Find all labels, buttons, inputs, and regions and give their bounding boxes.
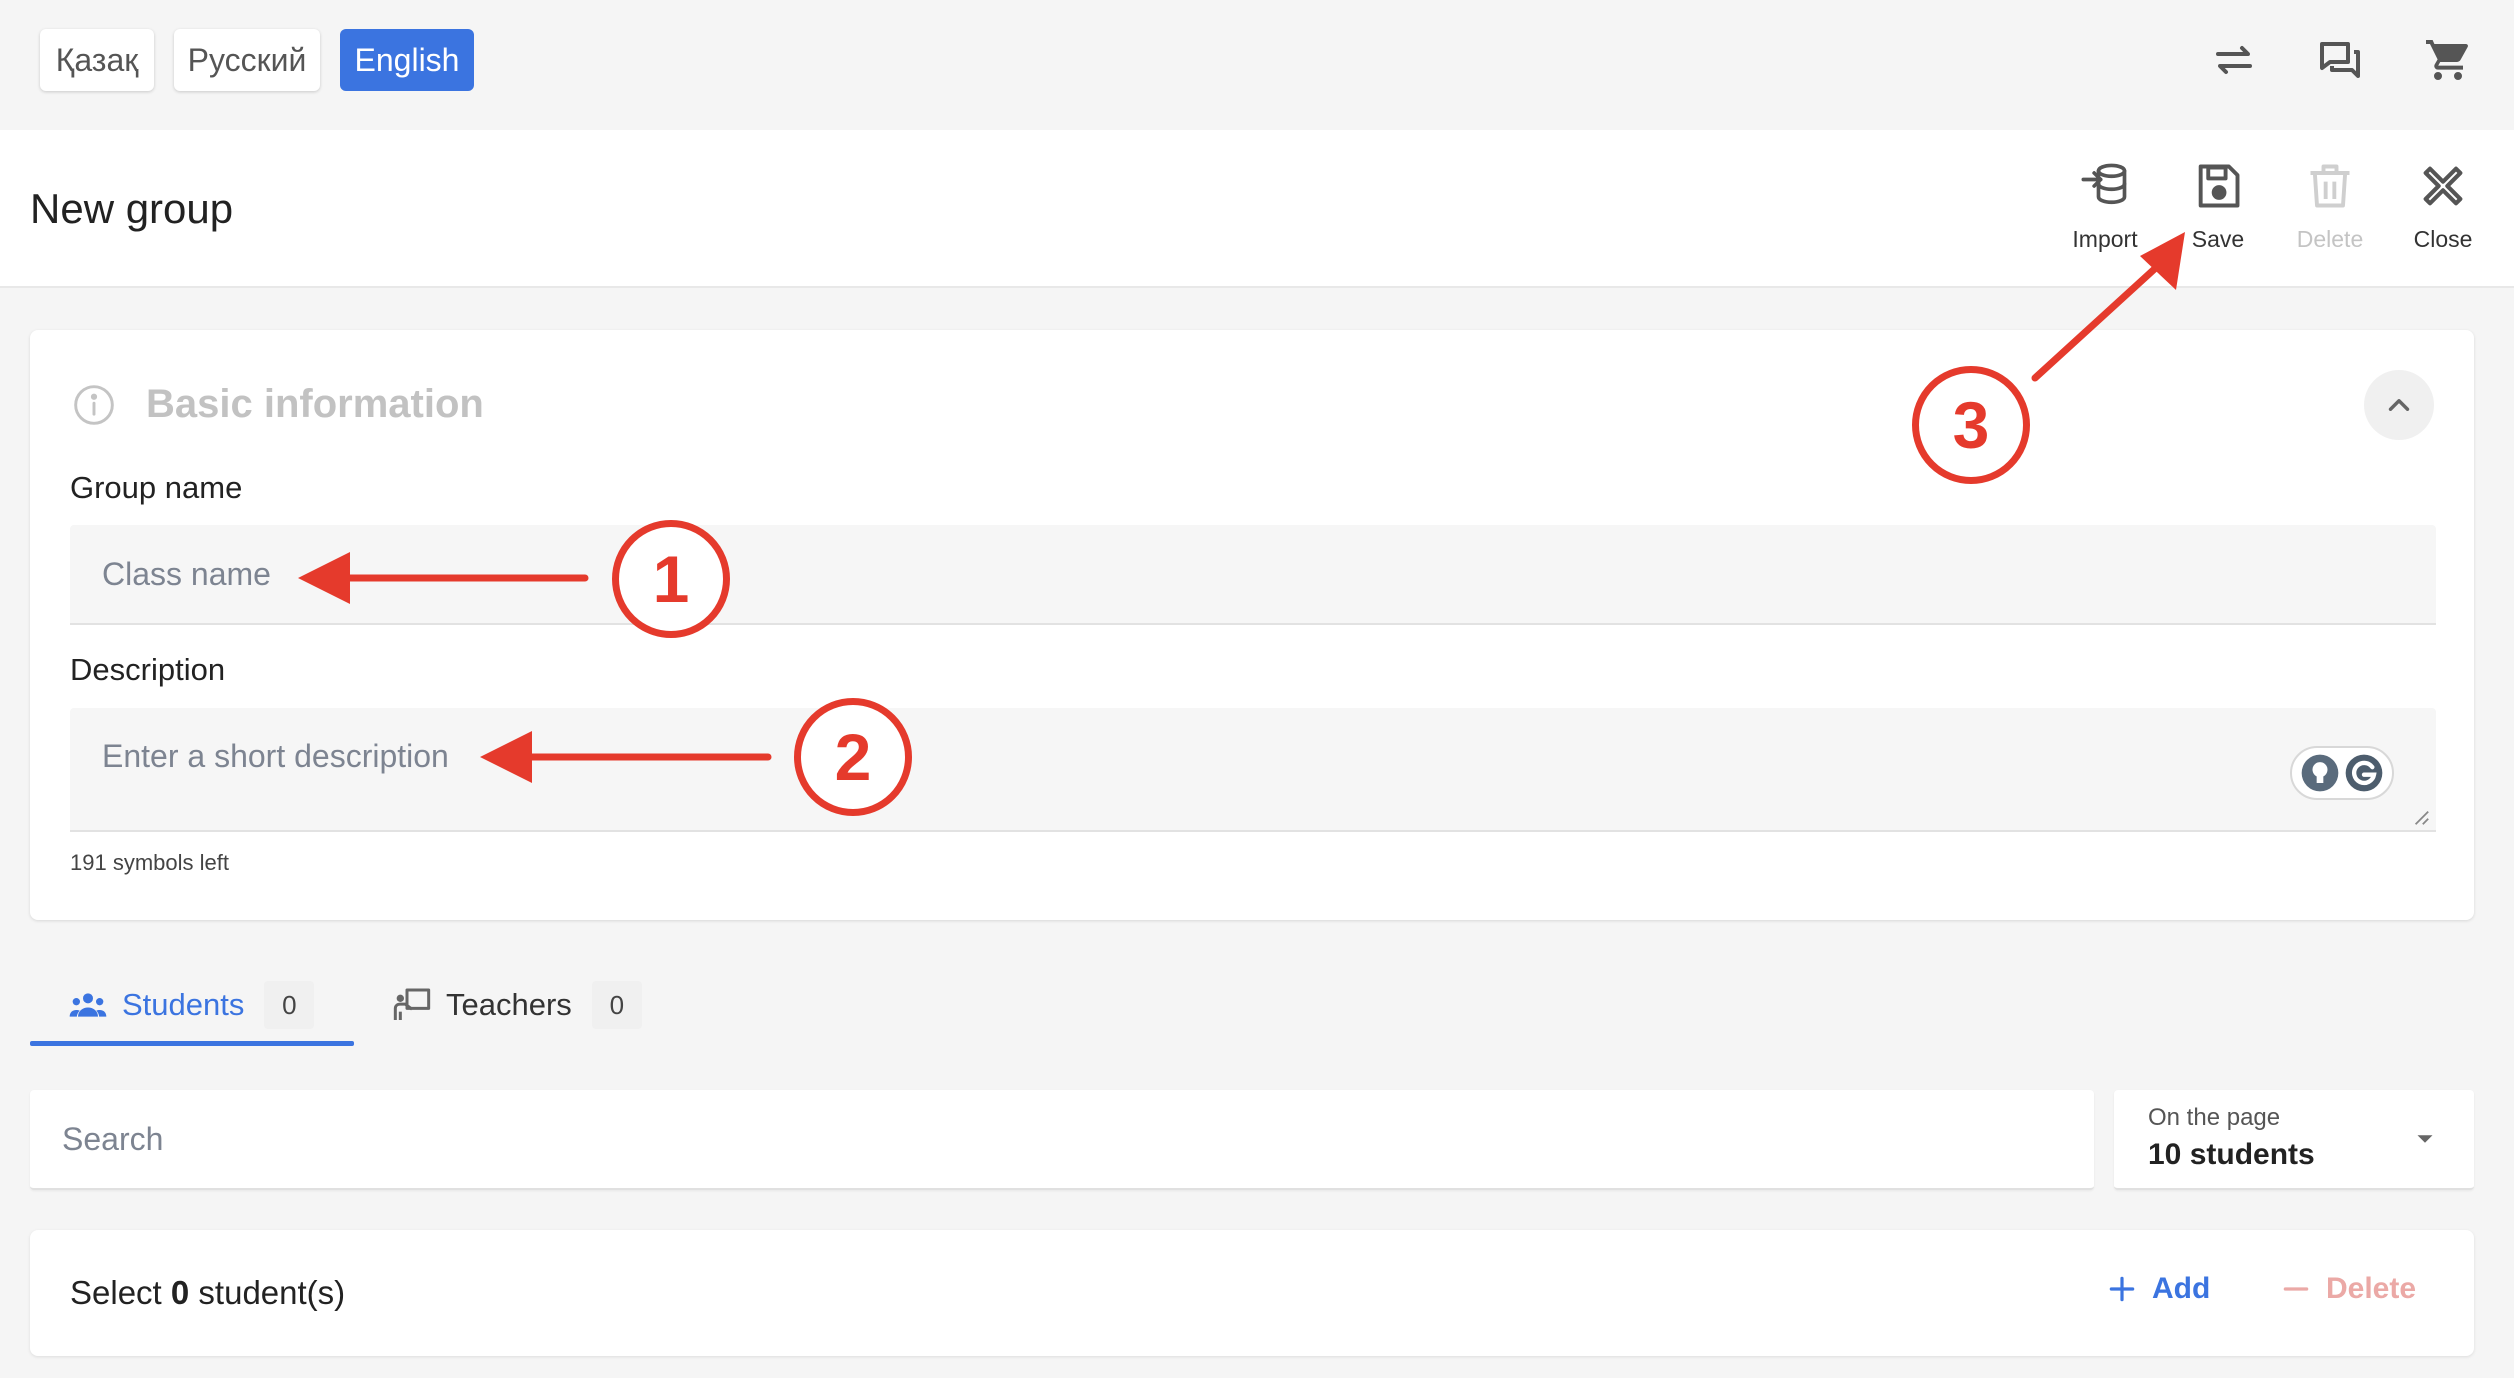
search-field[interactable] (30, 1090, 2094, 1190)
import-label: Import (2072, 226, 2138, 252)
dropdown-caret-icon (2417, 1135, 2433, 1143)
info-icon (74, 384, 114, 425)
annotation-badge-3: 3 (1912, 366, 2030, 484)
tab-teachers[interactable]: Teachers 0 (392, 965, 642, 1045)
tab-students[interactable]: Students 0 (68, 965, 315, 1045)
search-input[interactable] (62, 1120, 2094, 1158)
plus-icon (2109, 1276, 2135, 1302)
tab-teachers-label: Teachers (446, 987, 572, 1022)
language-kazakh-button[interactable]: Қазақ (40, 29, 154, 91)
annotation-badge-1: 1 (612, 520, 730, 638)
page-size-select[interactable]: On the page 10 students (2114, 1090, 2474, 1190)
import-button[interactable]: Import (2050, 160, 2160, 253)
chat-icon[interactable] (2312, 32, 2368, 88)
swap-icon[interactable] (2206, 32, 2262, 88)
page-size-value: 10 students (2148, 1138, 2315, 1171)
symbols-left-counter: 191 symbols left (70, 850, 229, 875)
chevron-up-icon (2388, 399, 2410, 411)
card-title: Basic information (146, 382, 484, 426)
language-russian-button[interactable]: Русский (174, 29, 320, 91)
resize-grip-icon[interactable] (2412, 808, 2430, 826)
import-icon (2081, 163, 2127, 205)
active-tab-indicator (30, 1041, 354, 1046)
selection-prefix: Select (70, 1274, 162, 1311)
selection-count: 0 (170, 1274, 190, 1311)
close-button[interactable]: Close (2388, 160, 2498, 253)
language-english-button[interactable]: English (340, 29, 474, 91)
description-placeholder: Enter a short description (102, 738, 449, 774)
students-icon (69, 993, 107, 1017)
teachers-count-badge: 0 (591, 981, 642, 1029)
grammarly-icon (2345, 754, 2383, 792)
delete-student-label: Delete (2326, 1272, 2417, 1305)
save-icon (2198, 164, 2240, 208)
trash-icon (2310, 164, 2350, 208)
basic-information-card: Basic information Group name Class name … (30, 330, 2474, 920)
top-bar: Қазақ Русский English (0, 0, 2514, 130)
teacher-icon (393, 988, 431, 1020)
delete-label: Delete (2296, 226, 2364, 252)
description-label: Description (70, 652, 226, 687)
save-label: Save (2191, 226, 2245, 252)
grammarly-widget[interactable] (2290, 746, 2394, 800)
annotation-badge-2: 2 (794, 698, 912, 816)
card-header: Basic information (72, 382, 484, 427)
minus-icon (2283, 1287, 2309, 1291)
close-label: Close (2413, 226, 2473, 252)
close-icon (2423, 166, 2463, 206)
group-name-placeholder: Class name (102, 555, 271, 592)
lightbulb-icon (2301, 754, 2339, 792)
students-count-badge: 0 (264, 981, 315, 1029)
add-label: Add (2152, 1272, 2211, 1305)
cart-icon[interactable] (2420, 32, 2476, 88)
group-name-input[interactable]: Class name (70, 525, 2436, 625)
description-textarea[interactable]: Enter a short description (70, 708, 2436, 832)
page-header: New group Import Save Delete Close (0, 130, 2514, 288)
page-size-label: On the page (2148, 1104, 2281, 1131)
delete-student-button[interactable]: Delete (2280, 1272, 2416, 1306)
page-title: New group (30, 185, 234, 232)
delete-button[interactable]: Delete (2275, 160, 2385, 253)
save-button[interactable]: Save (2163, 160, 2273, 253)
selection-suffix: student(s) (198, 1274, 346, 1311)
selection-bar: Select 0 student(s) Add Delete (30, 1230, 2474, 1356)
selection-summary: Select 0 student(s) (70, 1274, 345, 1312)
group-name-label: Group name (70, 470, 243, 505)
tab-students-label: Students (122, 987, 245, 1022)
add-student-button[interactable]: Add (2106, 1272, 2210, 1306)
collapse-button[interactable] (2364, 370, 2434, 440)
